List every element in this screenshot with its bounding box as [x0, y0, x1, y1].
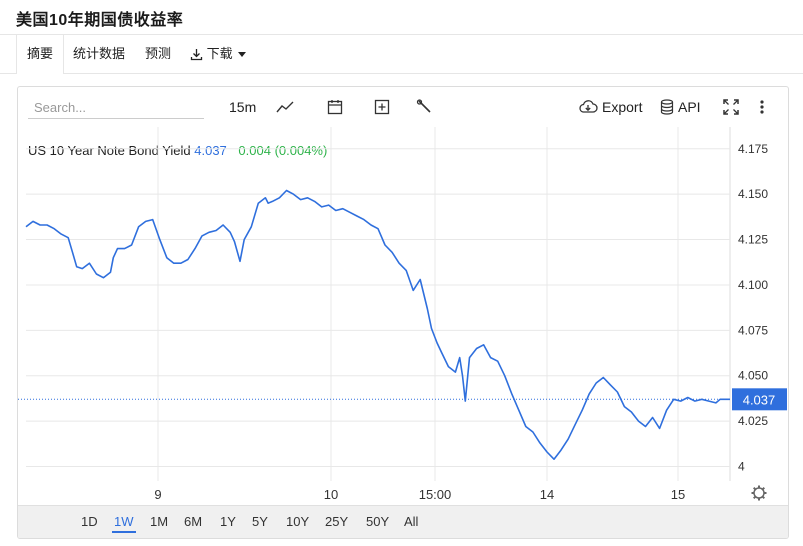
range-button-1y[interactable]: 1Y [218, 514, 238, 529]
tab-download[interactable]: 下载 [190, 35, 247, 73]
range-button-5y[interactable]: 5Y [250, 514, 270, 529]
tab-statistics[interactable]: 统计数据 [73, 35, 125, 73]
last-price-label: 4.037 [743, 392, 776, 407]
tab-bar: 摘要 统计数据 预测 下载 [0, 34, 803, 74]
x-tick-label: 10 [324, 487, 338, 502]
tab-forecast-label: 预测 [145, 46, 172, 61]
x-tick-label: 9 [154, 487, 161, 502]
range-button-10y[interactable]: 10Y [284, 514, 311, 529]
x-tick-label: 15:00 [419, 487, 452, 502]
y-tick-label: 4.175 [738, 142, 768, 156]
y-tick-label: 4.100 [738, 278, 768, 292]
series-line [25, 189, 730, 460]
y-tick-label: 4.075 [738, 323, 768, 337]
range-button-25y[interactable]: 25Y [323, 514, 350, 529]
tab-summary-label: 摘要 [27, 46, 54, 61]
download-icon [190, 49, 203, 61]
chart-plot[interactable]: 4.175 4.150 4.125 4.100 4.075 4.050 4.025 4 9 10 1… [18, 87, 788, 505]
chart-widget: 15m [17, 86, 789, 539]
y-tick-label: 4 [738, 459, 745, 473]
range-button-1m[interactable]: 1M [148, 514, 170, 529]
y-tick-label: 4.150 [738, 187, 768, 201]
range-selector: 1D 1W 1M 6M 1Y 5Y 10Y 25Y 50Y All [18, 505, 788, 538]
y-tick-label: 4.125 [738, 233, 768, 247]
x-tick-label: 15 [671, 487, 685, 502]
range-button-1d[interactable]: 1D [79, 514, 100, 529]
x-tick-label: 14 [540, 487, 554, 502]
range-button-all[interactable]: All [402, 514, 420, 529]
tab-download-label: 下载 [206, 46, 233, 61]
range-button-1w[interactable]: 1W [112, 514, 136, 533]
tab-forecast[interactable]: 预测 [145, 35, 171, 73]
range-button-50y[interactable]: 50Y [364, 514, 391, 529]
caret-down-icon [238, 52, 247, 58]
range-button-6m[interactable]: 6M [182, 514, 204, 529]
y-tick-label: 4.025 [738, 414, 768, 428]
page-title: 美国10年期国债收益率 [16, 12, 184, 29]
y-tick-label: 4.050 [738, 369, 768, 383]
tab-statistics-label: 统计数据 [73, 46, 126, 61]
tab-summary[interactable]: 摘要 [16, 35, 65, 74]
gear-icon[interactable] [751, 485, 767, 501]
